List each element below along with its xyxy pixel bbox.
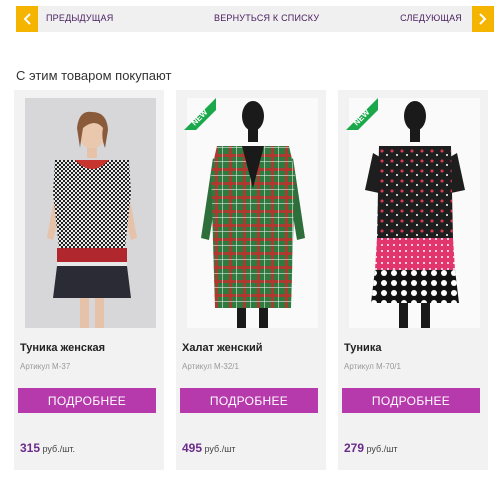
product-sku: Артикул М-32/1	[182, 362, 239, 371]
product-image[interactable]	[349, 98, 480, 328]
details-button[interactable]: ПОДРОБНЕЕ	[18, 388, 156, 413]
product-name[interactable]: Халат женский	[182, 342, 263, 354]
product-name[interactable]: Туника женская	[20, 342, 105, 354]
product-pager: ПРЕДЫДУЩАЯ ВЕРНУТЬСЯ К СПИСКУ СЛЕДУЮЩАЯ	[16, 6, 494, 32]
product-sku: Артикул М-70/1	[344, 362, 401, 371]
product-price: 495 руб./шт	[182, 441, 236, 455]
product-image[interactable]	[187, 98, 318, 328]
robe-photo-icon	[187, 98, 318, 328]
product-price: 279 руб./шт	[344, 441, 398, 455]
product-card: Туника женская Артикул М-37 ПОДРОБНЕЕ 31…	[14, 90, 164, 470]
next-product-link[interactable]: СЛЕДУЮЩАЯ	[400, 13, 462, 23]
price-unit: руб./шт	[202, 444, 236, 454]
product-sku: Артикул М-37	[20, 362, 71, 371]
back-to-list-link[interactable]: ВЕРНУТЬСЯ К СПИСКУ	[214, 13, 319, 23]
price-value: 315	[20, 441, 41, 455]
new-badge-icon: NEW	[184, 98, 216, 130]
product-image[interactable]	[25, 98, 156, 328]
tunic-print-photo-icon	[349, 98, 480, 328]
prev-arrow-button[interactable]	[16, 6, 38, 32]
price-value: 495	[182, 441, 203, 455]
section-title: С этим товаром покупают	[16, 68, 172, 83]
product-price: 315 руб./шт.	[20, 441, 75, 455]
details-button[interactable]: ПОДРОБНЕЕ	[180, 388, 318, 413]
product-card: NEW Туника Артикул М-70/1 ПОДРОБНЕЕ 279 …	[338, 90, 488, 470]
product-name[interactable]: Туника	[344, 342, 381, 354]
product-card: NEW Халат женский Артикул М-32/1 ПОДРОБН…	[176, 90, 326, 470]
price-unit: руб./шт	[364, 444, 398, 454]
details-button[interactable]: ПОДРОБНЕЕ	[342, 388, 480, 413]
price-unit: руб./шт.	[40, 444, 76, 454]
tunic-photo-icon	[25, 98, 156, 328]
chevron-left-icon	[23, 13, 31, 25]
price-value: 279	[344, 441, 365, 455]
new-badge-icon: NEW	[346, 98, 378, 130]
chevron-right-icon	[479, 13, 487, 25]
next-arrow-button[interactable]	[472, 6, 494, 32]
prev-product-link[interactable]: ПРЕДЫДУЩАЯ	[46, 13, 113, 23]
